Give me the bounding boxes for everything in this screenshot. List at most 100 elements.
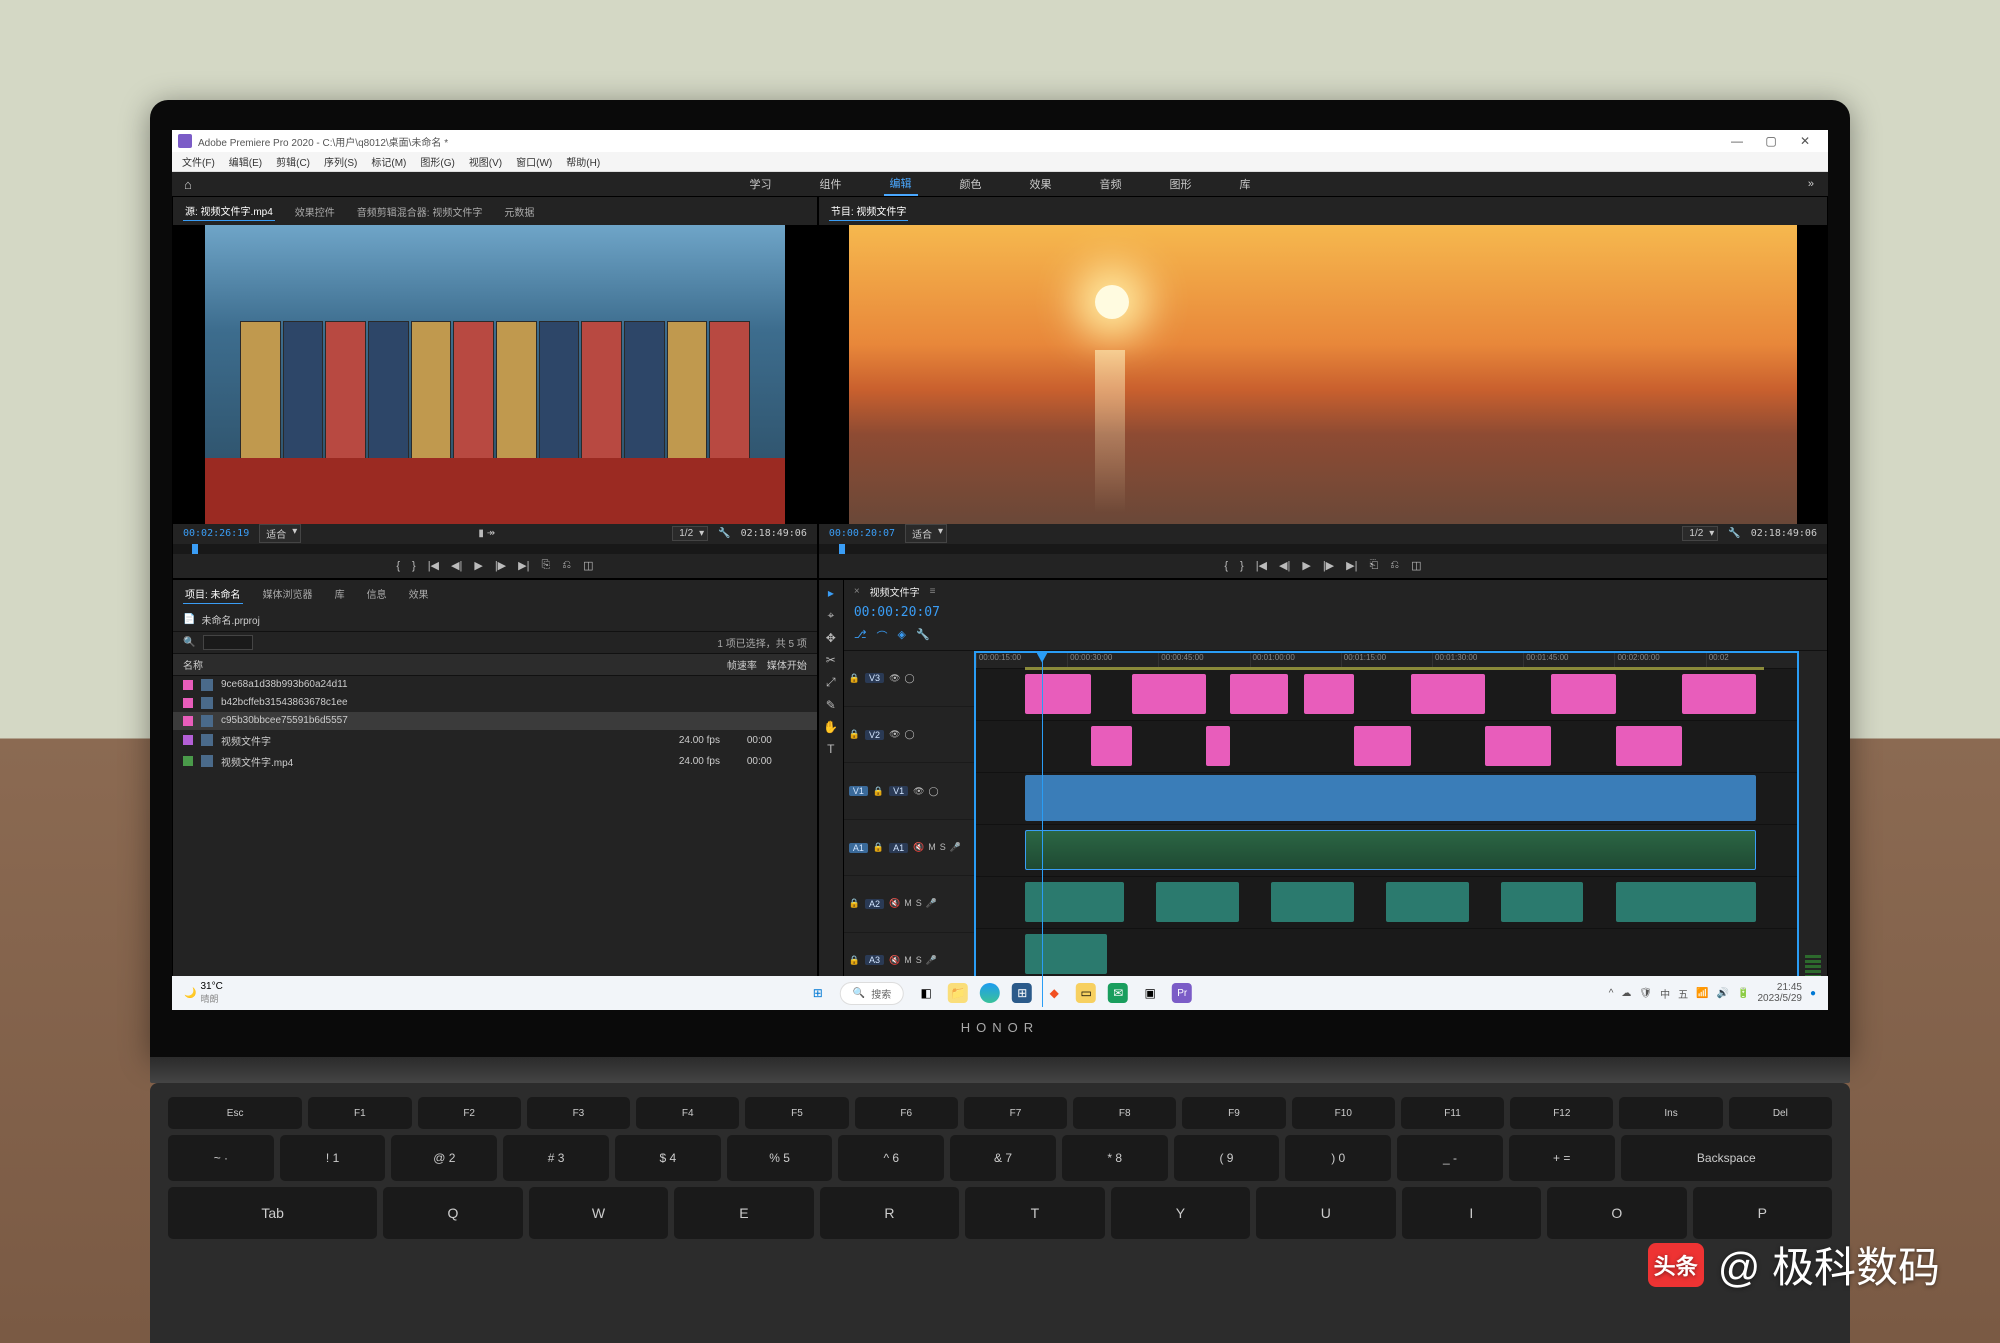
export-frame-icon[interactable]: ◫ bbox=[583, 559, 593, 572]
source-timecode-in[interactable]: 00:02:26:19 bbox=[183, 528, 249, 539]
lock-icon[interactable]: 🔒 bbox=[849, 729, 860, 740]
timeline-timecode[interactable]: 00:00:20:07 bbox=[854, 605, 940, 620]
source-resolution-dropdown[interactable]: 1/2 bbox=[672, 526, 708, 541]
security-icon[interactable]: 🛡 bbox=[1639, 988, 1652, 999]
menu-bar[interactable]: 文件(F) 编辑(E) 剪辑(C) 序列(S) 标记(M) 图形(G) 视图(V… bbox=[172, 152, 1828, 172]
search-icon[interactable]: 🔍 bbox=[183, 637, 195, 648]
program-scrubber[interactable] bbox=[819, 544, 1827, 554]
ws-library[interactable]: 库 bbox=[1234, 173, 1257, 195]
menu-window[interactable]: 窗口(W) bbox=[516, 154, 552, 169]
program-resolution-dropdown[interactable]: 1/2 bbox=[1682, 526, 1718, 541]
ime-mode-icon[interactable]: 五 bbox=[1678, 986, 1688, 1001]
mark-out-icon[interactable]: } bbox=[1240, 560, 1244, 572]
window-controls[interactable]: —▢✕ bbox=[1720, 134, 1822, 148]
go-out-icon[interactable]: ▶| bbox=[1346, 559, 1357, 572]
ripple-tool-icon[interactable]: ✥ bbox=[826, 631, 836, 645]
start-icon[interactable]: ⊞ bbox=[808, 983, 828, 1003]
play-icon[interactable]: ▶ bbox=[1302, 559, 1310, 572]
track-a1[interactable]: A1 bbox=[889, 843, 908, 853]
marker-icon[interactable]: ◈ bbox=[898, 628, 906, 644]
tab-info[interactable]: 信息 bbox=[365, 584, 389, 603]
tab-media-browser[interactable]: 媒体浏览器 bbox=[261, 584, 315, 603]
track-a3[interactable]: A3 bbox=[865, 955, 884, 965]
windows-taskbar[interactable]: 🌙 31°C晴朗 ⊞ 🔍 搜索 ◧ 📁 ⊞ ◆ ▭ ✉ ▣ Pr bbox=[172, 976, 1828, 1010]
edge-icon[interactable] bbox=[980, 983, 1000, 1003]
ime-icon[interactable]: 中 bbox=[1660, 986, 1670, 1001]
go-in-icon[interactable]: |◀ bbox=[428, 559, 439, 572]
project-item[interactable]: 9ce68a1d38b993b60a24d11 bbox=[173, 676, 817, 694]
source-preview[interactable] bbox=[173, 225, 817, 524]
step-fwd-icon[interactable]: |▶ bbox=[1323, 559, 1334, 572]
ws-overflow-icon[interactable]: » bbox=[1808, 178, 1814, 190]
step-back-icon[interactable]: ◀| bbox=[451, 559, 462, 572]
menu-markers[interactable]: 标记(M) bbox=[371, 154, 406, 169]
menu-file[interactable]: 文件(F) bbox=[182, 154, 215, 169]
project-item[interactable]: 视频文件字24.00 fps00:00 bbox=[173, 730, 817, 751]
program-timecode-in[interactable]: 00:00:20:07 bbox=[829, 528, 895, 539]
tray-overflow-icon[interactable]: ^ bbox=[1609, 988, 1614, 999]
menu-view[interactable]: 视图(V) bbox=[469, 154, 502, 169]
tab-program[interactable]: 节目: 视频文件字 bbox=[829, 201, 909, 221]
source-patch-a1[interactable]: A1 bbox=[849, 843, 868, 853]
track-v2[interactable]: V2 bbox=[865, 730, 884, 740]
step-fwd-icon[interactable]: |▶ bbox=[495, 559, 506, 572]
extract-icon[interactable]: ⎌ bbox=[1390, 559, 1399, 572]
menu-help[interactable]: 帮助(H) bbox=[566, 154, 600, 169]
explorer-icon[interactable]: 📁 bbox=[948, 983, 968, 1003]
ws-assembly[interactable]: 组件 bbox=[814, 173, 848, 195]
tab-effect-controls[interactable]: 效果控件 bbox=[293, 202, 337, 221]
project-item[interactable]: 视频文件字.mp424.00 fps00:00 bbox=[173, 751, 817, 772]
project-item[interactable]: c95b30bbcee75591b6d5557 bbox=[173, 712, 817, 730]
ws-learn[interactable]: 学习 bbox=[744, 173, 778, 195]
go-out-icon[interactable]: ▶| bbox=[518, 559, 529, 572]
project-item-list[interactable]: 9ce68a1d38b993b60a24d11b42bcffeb31543863… bbox=[173, 676, 817, 987]
mark-in-icon[interactable]: { bbox=[1224, 560, 1228, 572]
app-icon-2[interactable]: ▣ bbox=[1140, 983, 1160, 1003]
program-preview[interactable] bbox=[819, 225, 1827, 524]
lock-icon[interactable]: 🔒 bbox=[849, 673, 860, 684]
track-select-tool-icon[interactable]: ⌖ bbox=[827, 608, 834, 623]
volume-icon[interactable]: 🔊 bbox=[1717, 988, 1729, 999]
menu-edit[interactable]: 编辑(E) bbox=[229, 154, 262, 169]
tab-project[interactable]: 项目: 未命名 bbox=[183, 584, 243, 604]
export-frame-icon[interactable]: ◫ bbox=[1411, 559, 1421, 572]
track-v1[interactable]: V1 bbox=[889, 786, 908, 796]
notes-icon[interactable]: ▭ bbox=[1076, 983, 1096, 1003]
project-item[interactable]: b42bcffeb31543863678c1ee bbox=[173, 694, 817, 712]
premiere-taskbar-icon[interactable]: Pr bbox=[1172, 983, 1192, 1003]
taskbar-search[interactable]: 🔍 搜索 bbox=[840, 982, 904, 1005]
onedrive-icon[interactable]: ☁ bbox=[1621, 988, 1631, 999]
toggle-output-icon[interactable]: 👁 bbox=[889, 673, 900, 684]
menu-graphics[interactable]: 图形(G) bbox=[420, 154, 454, 169]
ws-audio[interactable]: 音频 bbox=[1094, 173, 1128, 195]
source-marker-icon[interactable]: ▮ ↠ bbox=[478, 528, 495, 539]
source-fit-dropdown[interactable]: 适合 bbox=[259, 524, 301, 543]
program-fit-dropdown[interactable]: 适合 bbox=[905, 524, 947, 543]
weather-widget[interactable]: 🌙 31°C晴朗 bbox=[184, 981, 223, 1005]
tab-libraries[interactable]: 库 bbox=[333, 584, 347, 603]
ws-editing[interactable]: 编辑 bbox=[884, 172, 918, 196]
go-in-icon[interactable]: |◀ bbox=[1256, 559, 1267, 572]
home-icon[interactable]: ⌂ bbox=[184, 177, 192, 192]
menu-clip[interactable]: 剪辑(C) bbox=[276, 154, 310, 169]
insert-icon[interactable]: ⎘ bbox=[541, 559, 550, 572]
tab-audio-mixer[interactable]: 音频剪辑混合器: 视频文件字 bbox=[355, 202, 485, 221]
snap-icon[interactable]: ⎇ bbox=[854, 628, 867, 644]
source-scrubber[interactable] bbox=[173, 544, 817, 554]
tab-source[interactable]: 源: 视频文件字.mp4 bbox=[183, 201, 275, 221]
clock[interactable]: 21:45 2023/5/29 bbox=[1757, 982, 1802, 1004]
linked-selection-icon[interactable]: ⌒ bbox=[877, 628, 888, 644]
col-name[interactable]: 名称 bbox=[183, 657, 717, 672]
pen-tool-icon[interactable]: ✎ bbox=[826, 698, 836, 712]
notifications-icon[interactable]: ● bbox=[1810, 988, 1816, 999]
track-v3[interactable]: V3 bbox=[865, 673, 884, 683]
play-icon[interactable]: ▶ bbox=[474, 559, 482, 572]
hand-tool-icon[interactable]: ✋ bbox=[823, 720, 838, 734]
wrench-icon[interactable]: 🔧 bbox=[1728, 528, 1740, 539]
mark-out-icon[interactable]: } bbox=[412, 560, 416, 572]
project-columns[interactable]: 名称 帧速率 媒体开始 bbox=[173, 653, 817, 676]
tab-metadata[interactable]: 元数据 bbox=[502, 202, 536, 221]
slip-tool-icon[interactable]: ⤢ bbox=[826, 675, 836, 690]
ws-graphics[interactable]: 图形 bbox=[1164, 173, 1198, 195]
mark-in-icon[interactable]: { bbox=[396, 560, 400, 572]
